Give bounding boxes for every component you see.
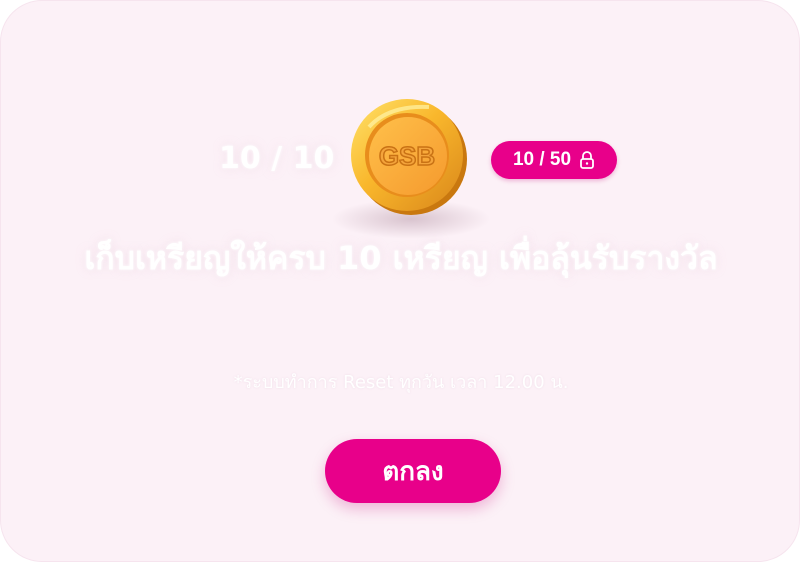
reward-headline: เก็บเหรียญให้ครบ 10 เหรียญ เพื่อลุ้นรับร…	[84, 239, 718, 277]
lock-icon	[579, 151, 595, 169]
coin-label: GSB	[379, 141, 435, 171]
coin-total-label: 10 / 50	[512, 149, 572, 170]
ok-button[interactable]: ตกลง	[325, 439, 501, 503]
gsb-coin-icon: GSB	[349, 97, 469, 217]
coin-total-badge: 10 / 50	[491, 141, 617, 179]
reset-note: *ระบบทำการ Reset ทุกวัน เวลา 12.00 น.	[233, 372, 569, 393]
coin-progress-count: 10 / 10	[219, 141, 335, 176]
reward-dialog: 10 / 10 GSB 10 / 50 เก็บเหรียญให้ครบ 10 …	[0, 0, 800, 562]
